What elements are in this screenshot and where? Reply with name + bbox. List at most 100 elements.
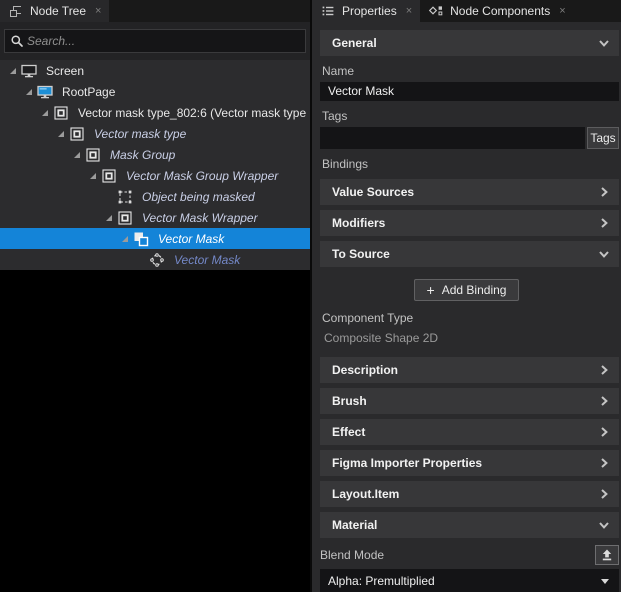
component-sections: Description Brush Effect Figma Importer Pro… — [312, 357, 621, 538]
screen-icon — [20, 63, 38, 79]
expander-icon[interactable] — [118, 232, 132, 246]
tab-properties[interactable]: Properties × — [312, 0, 420, 22]
node-components-icon — [428, 3, 444, 19]
selection-rect-icon — [116, 189, 134, 205]
chevron-right-icon — [597, 456, 611, 470]
section-header-figma-importer-properties[interactable]: Figma Importer Properties — [320, 450, 619, 476]
properties-content: General Name Tags Tags Bindings Value So… — [312, 22, 621, 592]
tab-node-components-label: Node Components — [450, 4, 550, 18]
tree-node-label: Vector Mask — [174, 253, 240, 267]
name-field[interactable] — [320, 82, 619, 101]
section-header-material[interactable]: Material — [320, 512, 619, 538]
tags-button[interactable]: Tags — [587, 127, 619, 149]
section-header-effect[interactable]: Effect — [320, 419, 619, 445]
expander-icon[interactable] — [38, 106, 52, 120]
blend-mode-value: Alpha: Premultiplied — [328, 574, 599, 588]
section-label: Figma Importer Properties — [332, 456, 597, 470]
section-label: Description — [332, 363, 597, 377]
tree-node-vector-mask[interactable]: Vector Mask — [0, 249, 310, 270]
section-header-value-sources[interactable]: Value Sources — [320, 179, 619, 205]
node-2d-icon — [116, 210, 134, 226]
tree-node-vector-mask-group-wrapper[interactable]: Vector Mask Group Wrapper — [0, 165, 310, 186]
application-window: Node Tree × Screen RootPage Vector mask ty… — [0, 0, 621, 592]
expander-icon[interactable] — [6, 64, 20, 78]
chevron-down-icon — [597, 518, 611, 532]
tree-node-vector-mask-type-802-6-vector-mask-type[interactable]: Vector mask type_802:6 (Vector mask type — [0, 102, 310, 123]
search-input[interactable] — [25, 33, 301, 49]
blend-mode-dropdown[interactable]: Alpha: Premultiplied — [320, 569, 619, 592]
tree-node-mask-group[interactable]: Mask Group — [0, 144, 310, 165]
tab-node-components[interactable]: Node Components × — [420, 0, 574, 22]
tree-node-rootpage[interactable]: RootPage — [0, 81, 310, 102]
node-2d-icon — [68, 126, 86, 142]
plus-icon: + — [427, 283, 435, 297]
section-label: To Source — [332, 247, 597, 261]
search-icon — [9, 33, 25, 49]
chevron-down-icon — [597, 36, 611, 50]
bindings-label: Bindings — [322, 157, 621, 171]
expander-icon[interactable] — [86, 169, 100, 183]
chevron-right-icon — [597, 487, 611, 501]
properties-tabbar: Properties × Node Components × — [312, 0, 621, 22]
node-tree-icon — [8, 3, 24, 19]
section-label: Brush — [332, 394, 597, 408]
tree-node-screen[interactable]: Screen — [0, 60, 310, 81]
expander-icon[interactable] — [22, 85, 36, 99]
bindings-sections: Value Sources Modifiers To Source — [312, 179, 621, 267]
section-label: Effect — [332, 425, 597, 439]
close-icon[interactable]: × — [406, 6, 412, 17]
section-header-to-source[interactable]: To Source — [320, 241, 619, 267]
tree-empty-area — [0, 270, 310, 592]
expander-spacer — [134, 253, 148, 267]
tags-label: Tags — [322, 109, 621, 123]
search-box[interactable] — [4, 29, 306, 53]
section-header-layout-item[interactable]: Layout.Item — [320, 481, 619, 507]
section-label: Value Sources — [332, 185, 597, 199]
component-type-value: Composite Shape 2D — [324, 331, 621, 345]
mask-icon — [132, 231, 150, 247]
search-strip — [0, 22, 310, 60]
tree-node-label: RootPage — [62, 85, 115, 99]
path-icon — [148, 252, 166, 268]
tree-node-vector-mask[interactable]: Vector Mask — [0, 228, 310, 249]
properties-icon — [320, 3, 336, 19]
tree-node-label: Vector Mask — [158, 232, 224, 246]
chevron-right-icon — [597, 216, 611, 230]
close-icon[interactable]: × — [95, 6, 101, 17]
tree-node-object-being-masked[interactable]: Object being masked — [0, 186, 310, 207]
chevron-down-icon — [597, 247, 611, 261]
section-header-description[interactable]: Description — [320, 357, 619, 383]
blend-mode-row: Blend Mode — [320, 545, 619, 565]
tree-node-label: Object being masked — [142, 190, 255, 204]
tab-node-tree-label: Node Tree — [30, 4, 86, 18]
tree-node-label: Vector mask type — [94, 127, 186, 141]
expander-icon[interactable] — [102, 211, 116, 225]
tree-node-label: Mask Group — [110, 148, 175, 162]
reset-default-button[interactable] — [595, 545, 619, 565]
expander-icon[interactable] — [54, 127, 68, 141]
section-header-general[interactable]: General — [320, 30, 619, 56]
add-binding-button[interactable]: + Add Binding — [414, 279, 520, 301]
node-tree-panel: Node Tree × Screen RootPage Vector mask ty… — [0, 0, 310, 592]
node-tree-tabbar: Node Tree × — [0, 0, 310, 22]
page-icon — [36, 84, 54, 100]
tags-row: Tags — [320, 127, 619, 149]
chevron-right-icon — [597, 185, 611, 199]
tree-node-vector-mask-wrapper[interactable]: Vector Mask Wrapper — [0, 207, 310, 228]
add-binding-label: Add Binding — [442, 283, 507, 297]
close-icon[interactable]: × — [559, 6, 565, 17]
tree-node-label: Vector mask type_802:6 (Vector mask type — [78, 106, 306, 120]
node-2d-icon — [100, 168, 118, 184]
caret-down-icon — [599, 575, 611, 587]
reset-default-icon — [600, 548, 614, 562]
tree-node-label: Screen — [46, 64, 84, 78]
node-2d-icon — [52, 105, 70, 121]
tree-node-label: Vector Mask Group Wrapper — [126, 169, 278, 183]
section-header-modifiers[interactable]: Modifiers — [320, 210, 619, 236]
section-header-brush[interactable]: Brush — [320, 388, 619, 414]
expander-icon[interactable] — [70, 148, 84, 162]
tags-field[interactable] — [320, 127, 585, 149]
tree-node-vector-mask-type[interactable]: Vector mask type — [0, 123, 310, 144]
blend-mode-label: Blend Mode — [320, 548, 384, 562]
tab-node-tree[interactable]: Node Tree × — [0, 0, 109, 22]
